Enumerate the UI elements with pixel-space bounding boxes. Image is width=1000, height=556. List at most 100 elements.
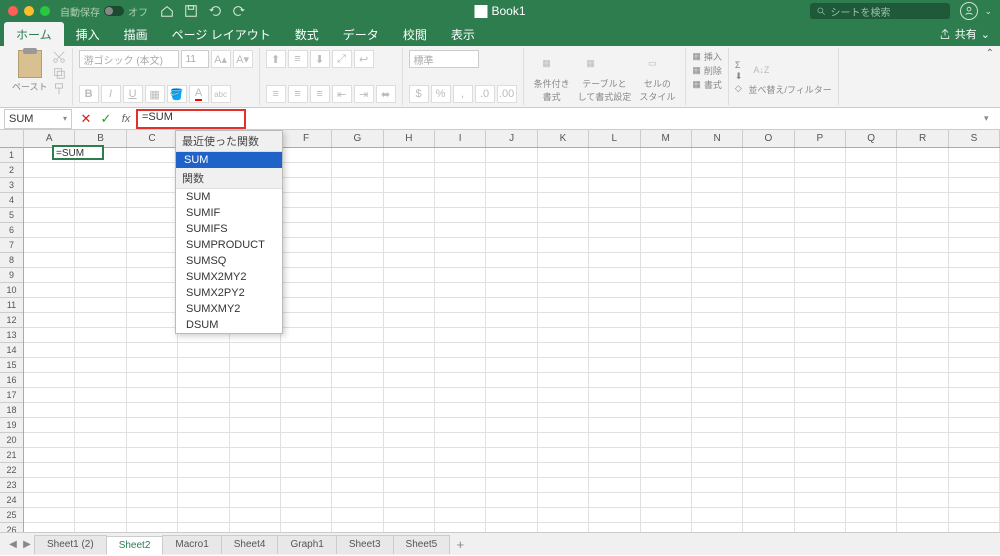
formula-input[interactable]: =SUM xyxy=(136,109,246,129)
cell[interactable] xyxy=(641,463,692,477)
cell[interactable] xyxy=(127,433,178,447)
cell[interactable] xyxy=(486,328,537,342)
cell[interactable] xyxy=(24,448,75,462)
cell[interactable] xyxy=(846,418,897,432)
cell[interactable] xyxy=(795,283,846,297)
cell[interactable] xyxy=(743,343,794,357)
cell[interactable] xyxy=(178,493,229,507)
cell[interactable] xyxy=(332,178,383,192)
name-box[interactable]: SUM xyxy=(4,109,72,129)
cell[interactable] xyxy=(589,208,640,222)
row-header[interactable]: 20 xyxy=(0,433,23,448)
cell[interactable] xyxy=(384,223,435,237)
cell[interactable] xyxy=(384,148,435,162)
column-header[interactable]: F xyxy=(281,130,332,147)
cell[interactable] xyxy=(75,268,126,282)
cell[interactable] xyxy=(538,388,589,402)
cell[interactable] xyxy=(846,193,897,207)
cell[interactable] xyxy=(589,358,640,372)
cell[interactable] xyxy=(949,148,1000,162)
cell[interactable] xyxy=(230,478,281,492)
cell[interactable] xyxy=(795,163,846,177)
cell[interactable] xyxy=(332,343,383,357)
cell[interactable] xyxy=(75,208,126,222)
cell[interactable] xyxy=(949,313,1000,327)
cell[interactable] xyxy=(641,253,692,267)
cell[interactable] xyxy=(949,403,1000,417)
number-format-select[interactable]: 標準 xyxy=(409,50,479,68)
cell[interactable] xyxy=(538,298,589,312)
cell[interactable] xyxy=(846,208,897,222)
cell[interactable] xyxy=(384,163,435,177)
cell[interactable] xyxy=(692,448,743,462)
cell[interactable] xyxy=(795,208,846,222)
cell[interactable] xyxy=(641,313,692,327)
cell[interactable] xyxy=(589,283,640,297)
cell[interactable] xyxy=(538,448,589,462)
cell[interactable] xyxy=(743,208,794,222)
conditional-format-button[interactable]: ▦ 条件付き 書式 xyxy=(530,51,574,103)
cell[interactable] xyxy=(332,358,383,372)
orientation-icon[interactable]: ⤢ xyxy=(332,50,352,68)
cell[interactable] xyxy=(178,343,229,357)
cell[interactable] xyxy=(435,328,486,342)
cell[interactable] xyxy=(230,403,281,417)
cell[interactable] xyxy=(178,358,229,372)
cell[interactable] xyxy=(949,178,1000,192)
cell[interactable] xyxy=(846,253,897,267)
format-cells-button[interactable]: ▦書式 xyxy=(692,78,722,91)
cell[interactable] xyxy=(743,193,794,207)
cell[interactable] xyxy=(846,283,897,297)
row-header[interactable]: 21 xyxy=(0,448,23,463)
cell[interactable] xyxy=(435,373,486,387)
cell[interactable] xyxy=(384,343,435,357)
cell[interactable] xyxy=(846,298,897,312)
cell[interactable] xyxy=(846,358,897,372)
cell[interactable] xyxy=(332,373,383,387)
add-sheet-button[interactable]: + xyxy=(449,537,471,552)
row-header[interactable]: 4 xyxy=(0,193,23,208)
cell[interactable] xyxy=(435,448,486,462)
cell[interactable] xyxy=(846,433,897,447)
cell[interactable] xyxy=(641,148,692,162)
cell[interactable] xyxy=(743,403,794,417)
cell[interactable] xyxy=(384,433,435,447)
cell[interactable] xyxy=(486,193,537,207)
cell[interactable] xyxy=(127,328,178,342)
cell[interactable] xyxy=(897,283,948,297)
cell[interactable] xyxy=(75,508,126,522)
column-header[interactable]: G xyxy=(332,130,383,147)
row-header[interactable]: 14 xyxy=(0,343,23,358)
cell[interactable] xyxy=(24,463,75,477)
sheet-tab[interactable]: Sheet2 xyxy=(106,536,164,555)
cell[interactable] xyxy=(24,163,75,177)
cell[interactable] xyxy=(281,343,332,357)
cell[interactable] xyxy=(127,313,178,327)
tab-draw[interactable]: 描画 xyxy=(112,22,160,46)
cell[interactable] xyxy=(486,253,537,267)
cell[interactable] xyxy=(846,148,897,162)
cell[interactable] xyxy=(846,313,897,327)
cell[interactable] xyxy=(486,178,537,192)
cell[interactable] xyxy=(486,418,537,432)
cell[interactable] xyxy=(230,358,281,372)
row-header[interactable]: 23 xyxy=(0,478,23,493)
cell[interactable] xyxy=(435,478,486,492)
cell[interactable] xyxy=(435,238,486,252)
cell[interactable] xyxy=(75,343,126,357)
cell[interactable] xyxy=(846,373,897,387)
cell[interactable] xyxy=(692,238,743,252)
cell[interactable] xyxy=(897,493,948,507)
cell[interactable] xyxy=(230,418,281,432)
font-size-select[interactable]: 11 xyxy=(181,50,209,68)
cell[interactable] xyxy=(949,268,1000,282)
cell[interactable] xyxy=(332,148,383,162)
cell[interactable] xyxy=(178,508,229,522)
cell[interactable] xyxy=(589,508,640,522)
bold-button[interactable]: B xyxy=(79,85,99,103)
cell[interactable] xyxy=(795,448,846,462)
row-header[interactable]: 8 xyxy=(0,253,23,268)
cell[interactable] xyxy=(24,208,75,222)
cell[interactable] xyxy=(897,433,948,447)
cell[interactable] xyxy=(846,448,897,462)
